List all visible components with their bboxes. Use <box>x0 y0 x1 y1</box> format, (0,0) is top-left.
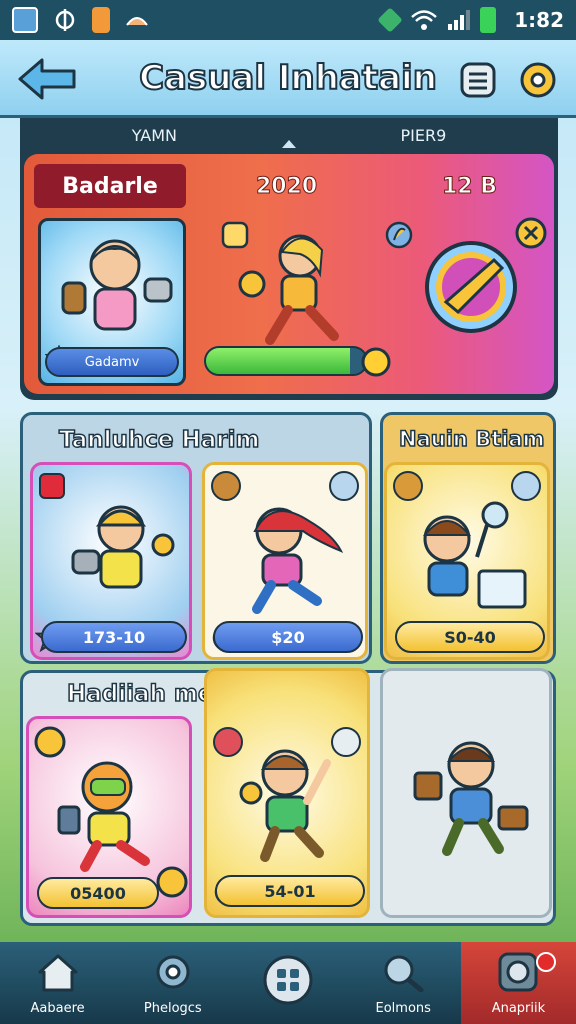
close-badge-icon <box>515 217 547 249</box>
grid-menu-icon <box>263 955 313 1005</box>
hero-character-icon <box>61 239 173 331</box>
gallery-icon <box>12 7 38 33</box>
status-time: 1:82 <box>514 8 564 32</box>
reward-card-4[interactable]: 05400 <box>26 716 192 918</box>
featured-banner[interactable]: Badarle 2020 12 B Gadamv <box>24 154 554 394</box>
leaf-icon <box>385 221 413 249</box>
wind-icon <box>126 17 148 26</box>
notification-dot <box>536 952 557 972</box>
nav-menu[interactable] <box>230 942 345 1024</box>
gear-icon[interactable] <box>518 60 558 100</box>
coin-icon <box>221 221 249 249</box>
sync-icon <box>55 9 75 31</box>
search-icon <box>384 955 424 992</box>
helmet-character-icon <box>57 761 150 872</box>
sun-icon <box>361 347 391 377</box>
nav-profile[interactable]: Anapriik <box>460 942 576 1024</box>
nav-label: Anapriik <box>491 1001 546 1016</box>
tab-indicator <box>282 140 296 148</box>
app-bar: Casual Inhatain <box>0 40 576 118</box>
reward-value: S0-40 <box>395 621 545 653</box>
home-icon <box>38 954 78 992</box>
badge-label: Badarle <box>34 164 186 208</box>
featured-panel: YAMN PIER9 Badarle 2020 12 B Gadamv <box>20 118 558 400</box>
progress-fill <box>206 348 350 374</box>
battery-saver-icon <box>92 7 110 33</box>
reader-character-icon <box>422 501 527 609</box>
miner-character-icon <box>71 505 175 589</box>
reward-value: 173-10 <box>41 621 187 653</box>
reward-card-6[interactable] <box>380 668 552 918</box>
coin-stack-icon <box>156 866 188 898</box>
nav-label: Eolmons <box>375 1001 431 1016</box>
nav-home[interactable]: Aabaere <box>0 942 115 1024</box>
nav-label: Phelogcs <box>143 1001 202 1016</box>
hero-label: Gadamv <box>45 347 179 377</box>
reward-value: 54-01 <box>215 875 365 907</box>
girl-character-icon <box>252 507 344 614</box>
list-icon[interactable] <box>458 60 498 100</box>
nav-search[interactable]: Eolmons <box>346 942 461 1024</box>
year-label: 2020 <box>255 174 318 200</box>
signal-icon <box>448 10 471 30</box>
nfc-icon <box>378 8 402 32</box>
status-bar: 1:82 <box>0 0 576 40</box>
section-title: Nauin Btiam <box>398 426 545 452</box>
tab-yamn[interactable]: YAMN <box>132 126 177 145</box>
nav-label: Aabaere <box>30 1001 85 1016</box>
bottom-nav: Aabaere Phelogcs Eolmons Anapriik <box>0 942 576 1024</box>
badge-emblem-icon <box>425 241 517 333</box>
gear-icon <box>156 955 190 989</box>
battery-icon <box>480 7 497 33</box>
carrier-character-icon <box>413 741 529 856</box>
wifi-icon <box>411 10 438 30</box>
progress-bar <box>204 346 368 376</box>
reward-value: $20 <box>213 621 363 653</box>
reward-card-3[interactable]: S0-40 <box>384 462 550 660</box>
reward-value: 05400 <box>37 877 159 909</box>
section-title: Tanluhce Harim <box>58 426 260 454</box>
points-label: 12 B <box>441 174 498 200</box>
nav-settings[interactable]: Phelogcs <box>115 942 230 1024</box>
cheer-character-icon <box>239 749 331 862</box>
gear-icon <box>498 952 538 992</box>
tab-pier9[interactable]: PIER9 <box>400 126 446 145</box>
reward-card-5[interactable]: 54-01 <box>204 668 370 918</box>
reward-card-1[interactable]: 173-10 <box>30 462 192 660</box>
hero-card[interactable]: Gadamv <box>38 218 186 386</box>
reward-card-2[interactable]: $20 <box>202 462 368 660</box>
